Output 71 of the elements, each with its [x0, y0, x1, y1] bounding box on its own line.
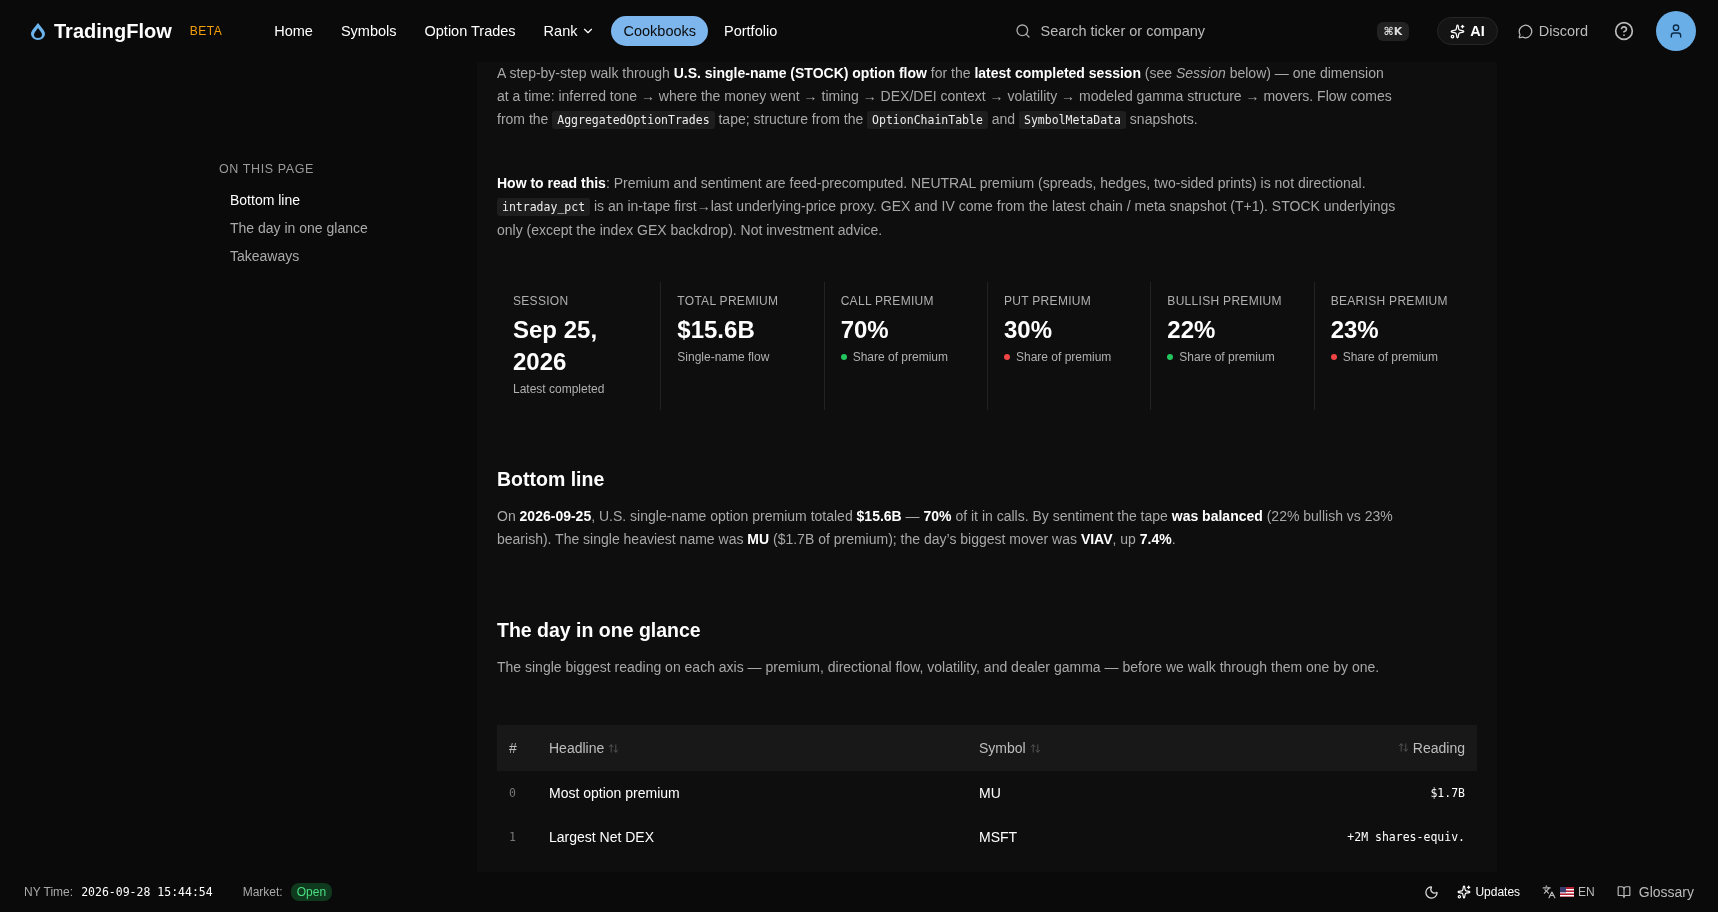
updates-link[interactable]: Updates [1457, 885, 1521, 899]
table-cell: MU [967, 771, 1160, 815]
table-cell-text: Largest Net DEX [548, 828, 656, 847]
flag-icon [1560, 887, 1575, 897]
column-header[interactable]: Headline [537, 725, 967, 771]
nav-link[interactable]: Cookbooks [611, 16, 708, 46]
nav-link[interactable]: Option Trades [412, 16, 528, 46]
logo-icon [28, 21, 48, 41]
stat-note: Share of premium [1342, 350, 1439, 364]
table-cell: 0 [497, 771, 537, 815]
section-paragraph: The single biggest reading on each axis — premium, directional flow, volatility, and dealer gamma — before we walk through them one by one. [497, 658, 1381, 677]
moon-icon[interactable] [1424, 884, 1440, 900]
stat-label: TOTAL PREMIUM [677, 294, 780, 308]
toc-link[interactable]: The day in one glance [219, 220, 477, 236]
stat-note: Single-name flow [677, 350, 770, 364]
stat-label: BEARISH PREMIUM [1330, 294, 1449, 308]
stat-value: 70% [840, 315, 890, 345]
stat-value: $15.6B [677, 315, 756, 345]
beta-label: BETA [189, 24, 223, 38]
stat-note: Share of premium [852, 350, 949, 364]
ai-button[interactable]: AI [1437, 17, 1498, 45]
market-status: Open [290, 883, 333, 901]
time-label: NY Time: [24, 885, 74, 899]
section-heading: Bottom line [497, 468, 606, 491]
nav-link[interactable]: Symbols [328, 16, 409, 46]
language-button[interactable]: EN [1542, 885, 1595, 899]
stat-value: Sep 25, 2026 [513, 315, 599, 377]
discord-link[interactable]: Discord [1517, 23, 1588, 39]
nav-link[interactable]: Home [262, 16, 325, 46]
toc-link[interactable]: Takeaways [219, 248, 477, 264]
translate-icon [1542, 885, 1557, 899]
table-cell-text: MSFT [978, 828, 1019, 847]
book-icon [1616, 885, 1631, 899]
glossary-link[interactable]: Glossary [1616, 884, 1694, 900]
search-field[interactable]: Search ticker or company [1038, 22, 1339, 40]
table-cell: Most option premium [537, 771, 967, 815]
stat-label: BULLISH PREMIUM [1167, 294, 1283, 308]
sparkle-icon [1457, 885, 1472, 899]
stat-label: PUT PREMIUM [1004, 294, 1093, 308]
stat-note: Latest completed [513, 382, 605, 396]
stat-value: 30% [1004, 315, 1054, 345]
stat-note: Share of premium [1016, 350, 1112, 364]
column-header: # [497, 725, 537, 771]
stat-label: CALL PREMIUM [840, 294, 935, 308]
column-header[interactable]: Symbol [967, 725, 1160, 771]
shortcut-key: ⌘K [1376, 21, 1410, 41]
intro-paragraph: A step-by-step walk through U.S. single-name (STOCK) option flow for the latest completed session (see Session below) — one dimension at a time: inferred tone → where the money went → timing → DEX/DEI context → volatility → modeled gamma structure → movers. Flow comes from the AggregatedOptionTrades tape; structure from the OptionChainTable and SymbolMetaData snapshots. [497, 64, 1393, 131]
stat-value: 23% [1330, 315, 1380, 345]
table-cell: $1.7B [1159, 771, 1477, 815]
stat-value: 22% [1167, 315, 1217, 345]
market-label: Market: [242, 885, 283, 899]
toc-title: ON THIS PAGE [219, 162, 315, 176]
ny-time: 2026-09-28 15:44:54 [81, 885, 213, 899]
section-heading: The day in one glance [497, 619, 702, 642]
nav-link[interactable]: Portfolio [712, 16, 790, 46]
column-header[interactable]: Reading [1159, 725, 1477, 771]
sparkle-icon [1450, 23, 1466, 39]
user-icon [1668, 23, 1684, 39]
table-cell-text: +2M shares-equiv. [1346, 829, 1466, 846]
chat-icon [1517, 23, 1533, 39]
help-icon[interactable] [1614, 21, 1634, 41]
stat-label: SESSION [513, 294, 570, 308]
toc-link[interactable]: Bottom line [219, 192, 477, 208]
table-cell-text: 1 [508, 829, 517, 846]
section-paragraph: On 2026-09-25, U.S. single-name option premium totaled $15.6B — 70% of it in calls. By sentiment the tape was balanced (22% bullish vs 23% bearish). The single heaviest name was MU ($1.7B of premium); the day’s biggest mover was VIAV, up 7.4%. [497, 507, 1394, 549]
avatar-button[interactable] [1656, 11, 1696, 51]
search-icon [1014, 23, 1031, 39]
nav-link[interactable]: Rank [531, 16, 608, 46]
stat-note: Share of premium [1179, 350, 1275, 364]
intro-paragraph: How to read this: Premium and sentiment are feed-precomputed. NEUTRAL premium (spreads, hedges, two-sided prints) is not directional. intraday_pct is an in-tape first→last underlying-price proxy. GEX and IV come from the latest chain / meta snapshot (T+1). STOCK underlyings only (except the index GEX backdrop). Not investment advice. [497, 174, 1397, 240]
brand-name[interactable]: TradingFlow [54, 19, 172, 43]
